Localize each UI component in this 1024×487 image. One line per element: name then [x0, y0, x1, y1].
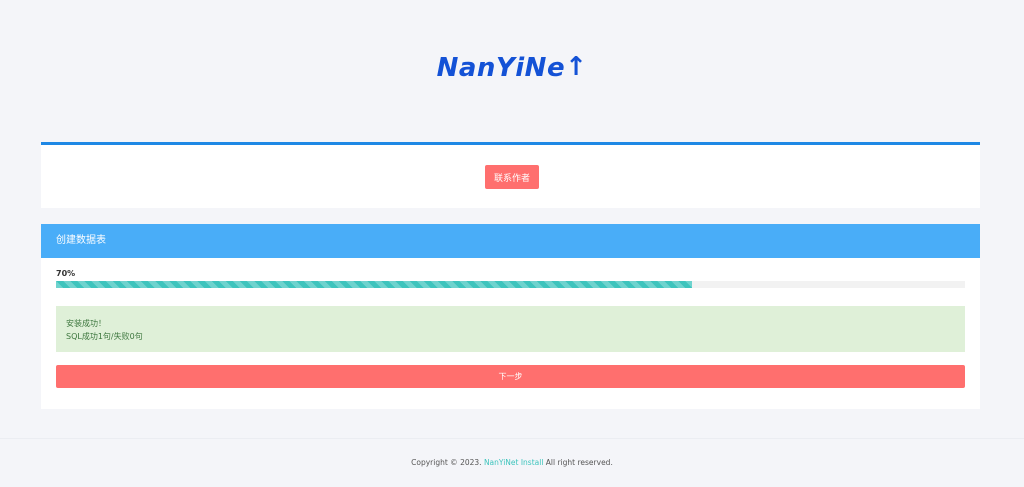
logo-arrow-icon: ↑ — [565, 52, 588, 82]
progress-bar — [56, 281, 965, 288]
progress-percent: 70% — [56, 269, 76, 278]
footer-link[interactable]: NanYiNet Install — [484, 458, 543, 467]
top-card: 联系作者 — [41, 142, 980, 208]
create-tables-card: 创建数据表 70% 安装成功！ SQL成功1句/失败0句 下一步 — [41, 224, 980, 409]
logo: NanYiNe↑ — [0, 52, 1024, 83]
success-alert: 安装成功！ SQL成功1句/失败0句 — [56, 306, 965, 352]
alert-detail: SQL成功1句/失败0句 — [66, 332, 143, 341]
card-header: 创建数据表 — [41, 224, 980, 258]
footer-suffix: All right reserved. — [543, 458, 613, 467]
logo-text: NanYiNe — [436, 53, 566, 83]
next-step-button[interactable]: 下一步 — [56, 365, 965, 388]
progress-fill — [56, 281, 693, 288]
footer-divider — [0, 438, 1024, 439]
contact-author-button[interactable]: 联系作者 — [485, 165, 539, 189]
alert-title: 安装成功！ — [66, 319, 106, 328]
footer-prefix: Copyright © 2023. — [411, 458, 484, 467]
footer: Copyright © 2023. NanYiNet Install All r… — [0, 458, 1024, 467]
